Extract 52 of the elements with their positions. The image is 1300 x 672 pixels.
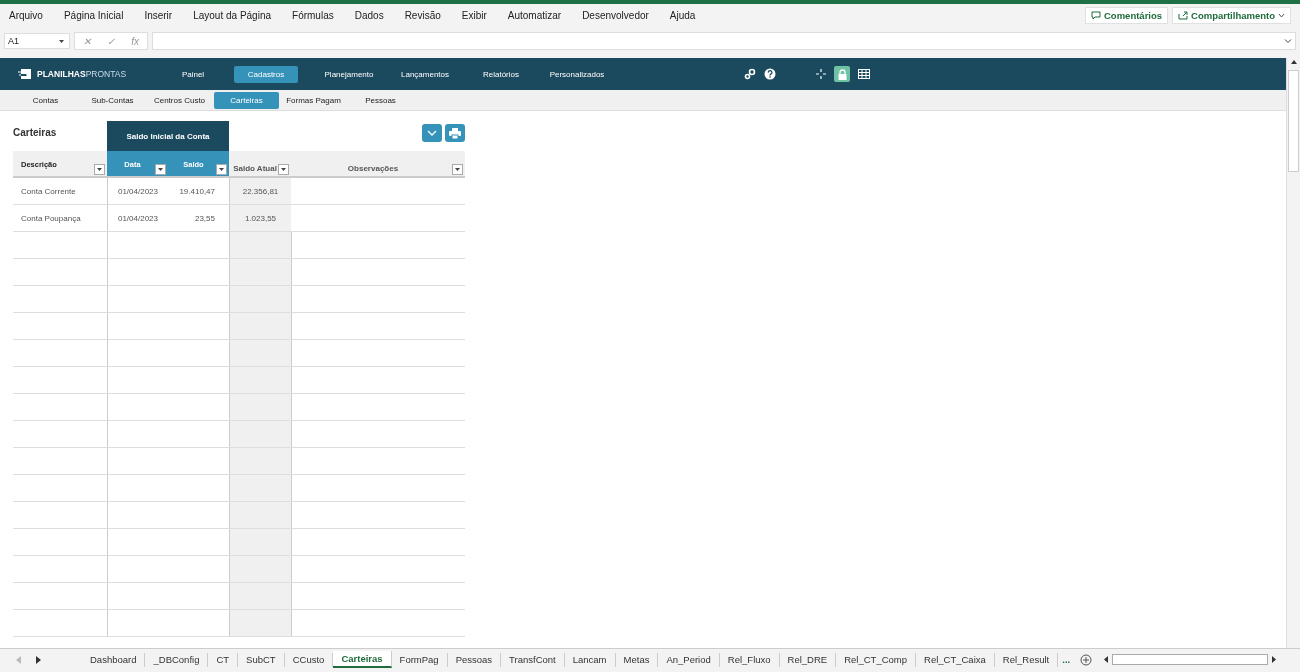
table-cell: 23,55 [194, 213, 215, 223]
sheet-tab[interactable]: Carteiras [333, 651, 392, 668]
menu-item[interactable]: Ajuda [669, 9, 696, 21]
menu-item[interactable]: Arquivo [9, 9, 43, 21]
table-cell: 01/04/2023 [117, 213, 158, 223]
menu-item[interactable]: Exibir [461, 9, 487, 21]
sheet-tab[interactable]: An_Period [658, 652, 720, 667]
sub-tab[interactable]: Pessoas [348, 91, 413, 109]
menu-item[interactable]: Layout da Página [193, 9, 272, 21]
menu-item[interactable]: Desenvolvedor [582, 9, 649, 21]
table-cell: 1.023,55 [244, 213, 277, 223]
sheet-tab[interactable]: Rel_CT_Comp [836, 652, 916, 667]
menu-item[interactable]: Fórmulas [292, 9, 334, 21]
sheet-tab[interactable]: Dashboard [82, 652, 146, 667]
menu-item[interactable]: Revisão [404, 9, 441, 21]
sub-tab[interactable]: Contas [13, 91, 78, 109]
sheet-tab[interactable]: Metas [615, 652, 659, 667]
sub-tab[interactable]: Carteiras [214, 91, 279, 109]
sheet-tab[interactable]: Rel_CT_Caixa [916, 652, 995, 667]
table-cell: 01/04/2023 [117, 186, 158, 196]
more-tabs-button[interactable]: ... [1062, 654, 1071, 665]
menu-item[interactable]: Automatizar [507, 9, 562, 21]
sub-tab[interactable]: Centros Custo [147, 91, 212, 109]
table-cell: Conta Poupança [21, 213, 81, 223]
name-box[interactable]: A1 [4, 33, 70, 49]
sheet-tab[interactable]: Lancam [564, 652, 616, 667]
logo-text: PLANILHASPRONTAS [37, 69, 127, 79]
table-cell: 22.356,81 [242, 186, 279, 196]
sheet-tab[interactable]: Rel_DRE [779, 652, 837, 667]
menu-item[interactable]: Inserir [144, 9, 173, 21]
menu-item[interactable]: Dados [354, 9, 384, 21]
table-cell: 19.410,47 [179, 186, 215, 196]
column-header: Saldo Atual [229, 151, 291, 176]
menu-item[interactable]: Página Inicial [63, 9, 124, 21]
comments-button[interactable]: Comentários [1085, 6, 1169, 24]
column-header: Observações [291, 151, 465, 176]
sheet-tab[interactable]: Pessoas [447, 652, 502, 667]
table-cell: Conta Corrente [21, 186, 76, 196]
sheet-tab[interactable]: SubCT [238, 652, 285, 667]
sheet-tab[interactable]: Rel_Result [994, 652, 1059, 667]
table-title: Carteiras [13, 126, 58, 140]
sheet-tab[interactable]: FormPag [391, 652, 448, 667]
nav-tab[interactable]: Cadastros [234, 65, 298, 83]
sheet-tab[interactable]: Rel_Fluxo [719, 652, 780, 667]
sheet-tab[interactable]: CT [208, 652, 239, 667]
sheet-tab[interactable]: TransfCont [501, 652, 565, 667]
sub-tab[interactable]: Sub-Contas [80, 91, 145, 109]
nav-tab[interactable]: Painel [150, 65, 236, 83]
sub-tab[interactable]: Formas Pagam [281, 91, 346, 109]
sheet-tab[interactable]: _DBConfig [145, 652, 209, 667]
share-button[interactable]: Compartilhamento [1172, 6, 1291, 24]
group-header: Saldo Inicial da Conta [107, 121, 229, 151]
